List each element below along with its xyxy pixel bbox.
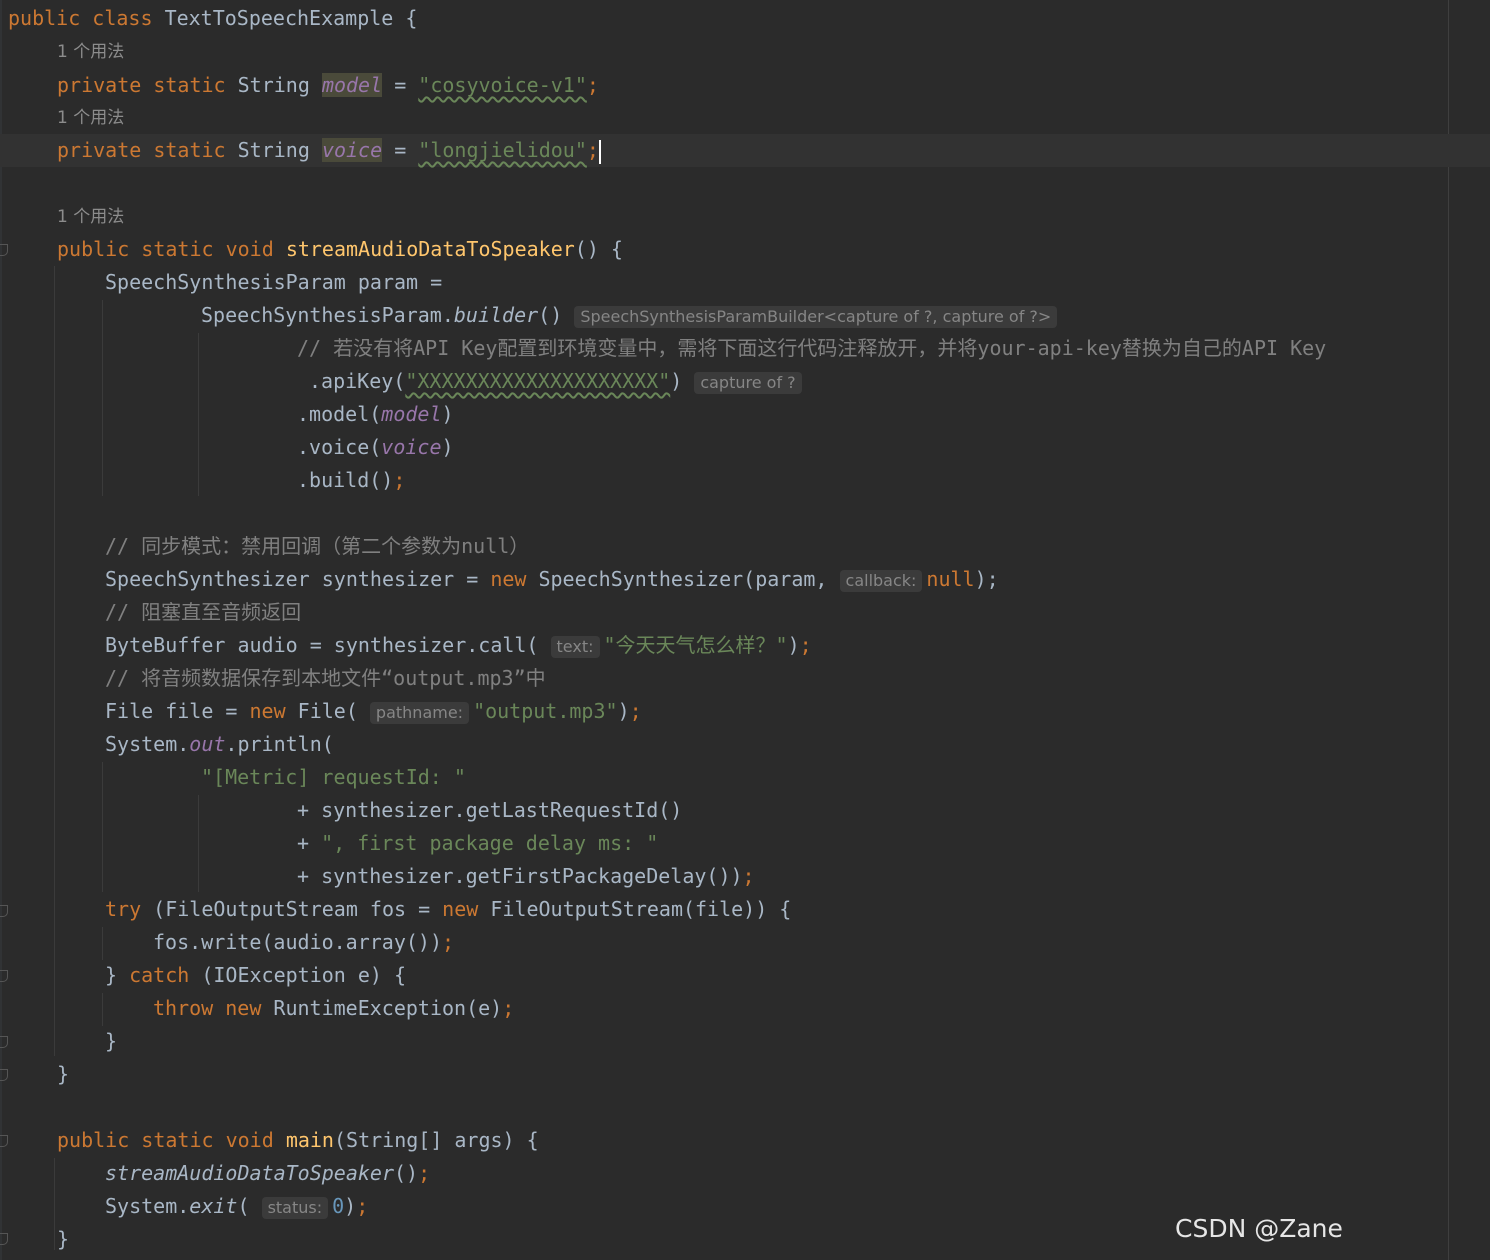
- code-line[interactable]: System.out.println(: [105, 728, 334, 761]
- code-line-comment[interactable]: // 将音频数据保存到本地文件“output.mp3”中: [105, 662, 546, 695]
- parameter-hint: callback:: [839, 569, 923, 592]
- code-line-comment[interactable]: // 同步模式：禁用回调（第二个参数为null）: [105, 530, 529, 563]
- usage-count-hint[interactable]: 1 个用法: [57, 102, 124, 135]
- code-line[interactable]: streamAudioDataToSpeaker();: [105, 1157, 430, 1190]
- code-editor[interactable]: public class TextToSpeechExample { 1 个用法…: [0, 0, 1490, 1260]
- code-line-method-main[interactable]: public static void main(String[] args) {: [57, 1124, 539, 1157]
- code-line[interactable]: try (FileOutputStream fos = new FileOutp…: [105, 893, 791, 926]
- code-line[interactable]: fos.write(audio.array());: [153, 926, 454, 959]
- code-line[interactable]: "[Metric] requestId: ": [201, 761, 466, 794]
- code-line[interactable]: SpeechSynthesizer synthesizer = new Spee…: [105, 563, 999, 596]
- code-line[interactable]: File file = new File( pathname: "output.m…: [105, 695, 642, 728]
- fold-marker-icon[interactable]: [0, 1069, 8, 1081]
- code-line[interactable]: + synthesizer.getFirstPackageDelay());: [297, 860, 755, 893]
- indent-guide: [102, 993, 103, 1026]
- type-hint: SpeechSynthesisParamBuilder<capture of ?…: [574, 305, 1058, 328]
- code-line[interactable]: .apiKey("XXXXXXXXXXXXXXXXXXXX") capture …: [309, 365, 806, 398]
- code-line[interactable]: .voice(voice): [297, 431, 454, 464]
- field-voice-name: voice: [321, 138, 383, 162]
- string-literal: "cosyvoice-v1": [418, 73, 587, 97]
- watermark-text: CSDN @Zane: [1175, 1214, 1343, 1243]
- code-line[interactable]: }: [105, 1025, 117, 1058]
- field-model-name: model: [321, 73, 383, 97]
- indent-guide: [198, 795, 199, 892]
- code-line-field-voice[interactable]: private static String voice = "longjieli…: [57, 134, 601, 167]
- string-literal: "XXXXXXXXXXXXXXXXXXXX": [405, 369, 671, 393]
- fold-marker-icon[interactable]: [0, 244, 8, 256]
- indent-guide: [54, 266, 55, 1056]
- code-line[interactable]: + ", first package delay ms: ": [297, 827, 658, 860]
- code-line[interactable]: SpeechSynthesisParam.builder() SpeechSyn…: [201, 299, 1061, 332]
- code-line[interactable]: .model(model): [297, 398, 454, 431]
- code-line-class-declaration[interactable]: public class TextToSpeechExample {: [8, 2, 417, 35]
- code-line[interactable]: SpeechSynthesisParam param =: [105, 266, 442, 299]
- string-literal: "longjielidou": [418, 138, 587, 162]
- parameter-hint: text:: [550, 635, 600, 658]
- text-caret: [598, 139, 601, 164]
- code-line-method-stream[interactable]: public static void streamAudioDataToSpea…: [57, 233, 623, 266]
- indent-guide: [102, 927, 103, 960]
- indent-guide: [102, 300, 103, 496]
- fold-marker-icon[interactable]: [0, 1233, 8, 1245]
- code-line-comment[interactable]: // 阻塞直至音频返回: [105, 596, 301, 629]
- indent-guide: [54, 1158, 55, 1250]
- code-line[interactable]: throw new RuntimeException(e);: [153, 992, 514, 1025]
- code-line[interactable]: }: [57, 1223, 69, 1256]
- code-line[interactable]: System.exit( status: 0);: [105, 1190, 368, 1223]
- fold-marker-icon[interactable]: [0, 1135, 8, 1147]
- code-line[interactable]: ByteBuffer audio = synthesizer.call( tex…: [105, 629, 812, 662]
- code-line-comment[interactable]: // 若没有将API Key配置到环境变量中，需将下面这行代码注释放开，并将yo…: [297, 332, 1326, 365]
- code-line[interactable]: .build();: [297, 464, 405, 497]
- method-name: streamAudioDataToSpeaker: [285, 237, 575, 261]
- code-line-field-model[interactable]: private static String model = "cosyvoice…: [57, 69, 599, 102]
- usage-count-hint[interactable]: 1 个用法: [57, 36, 124, 69]
- fold-marker-icon[interactable]: [0, 970, 8, 982]
- indent-guide: [102, 762, 103, 892]
- fold-marker-icon[interactable]: [0, 1036, 8, 1048]
- type-hint: capture of ?: [694, 371, 802, 394]
- class-name: TextToSpeechExample: [164, 6, 394, 30]
- indent-guide: [198, 333, 199, 496]
- parameter-hint: status:: [261, 1196, 329, 1219]
- parameter-hint: pathname:: [369, 701, 470, 724]
- method-name: main: [285, 1128, 334, 1152]
- fold-marker-icon[interactable]: [0, 905, 8, 917]
- code-line[interactable]: } catch (IOException e) {: [105, 959, 406, 992]
- right-margin-guide: [1448, 0, 1449, 1260]
- usage-count-hint[interactable]: 1 个用法: [57, 201, 124, 234]
- code-line[interactable]: + synthesizer.getLastRequestId(): [297, 794, 682, 827]
- code-line[interactable]: }: [57, 1058, 69, 1091]
